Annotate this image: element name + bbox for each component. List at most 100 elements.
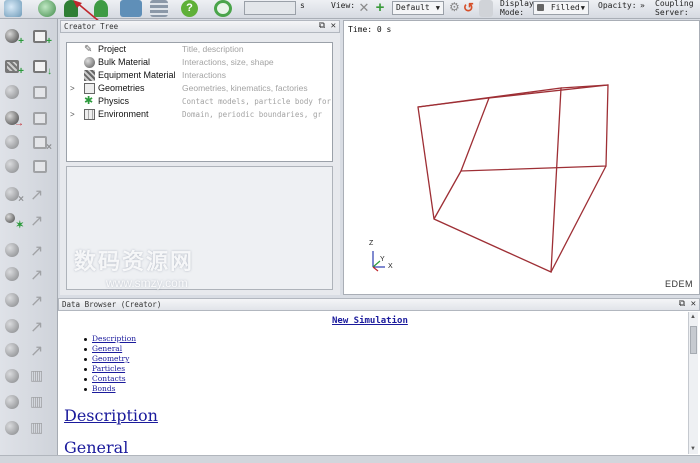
scrollbar-thumb[interactable] [690, 326, 697, 354]
axis-x-label: X [388, 263, 393, 270]
creator-tools-toolbar: + + → × ✶ + ↓ × ↗ ↗ ↗ ↗ ↗ ↗ ↗ ▥ ▥ ▥ » [0, 19, 58, 463]
data-browser-panel: Data Browser (Creator) ⧉ ✕ New Simulatio… [58, 298, 700, 455]
link-bonds[interactable]: Bonds [84, 384, 136, 394]
chevron-down-icon: ▼ [435, 4, 440, 12]
add-geometry-tool[interactable]: + [30, 27, 52, 47]
tree-item-equipment-material[interactable]: Equipment Material Interactions [67, 69, 332, 82]
delete-geometry-tool[interactable]: × [30, 133, 52, 153]
wizard-tool[interactable]: ✶ [2, 211, 24, 231]
panel-float-close-icons[interactable]: ⧉ ✕ [679, 299, 696, 310]
coupling-server-label: Coupling Server: [655, 0, 694, 17]
settings-gear-icon[interactable]: ⚙ [449, 0, 461, 17]
axis-z-label: Z [369, 240, 374, 247]
sphere-edit-tool[interactable] [2, 341, 24, 361]
time-field[interactable] [244, 1, 296, 15]
expand-arrow-icon[interactable]: > [70, 82, 75, 95]
cube-edge [550, 165, 607, 273]
chevron-down-icon: ▼ [580, 4, 585, 12]
time-unit-label: s [300, 1, 305, 10]
add-particle-tool[interactable]: + [2, 27, 24, 47]
display-mode-icon [537, 4, 544, 11]
view-preset-select[interactable]: Default ▼ [392, 1, 444, 15]
delete-particle-tool[interactable] [2, 157, 24, 177]
help-icon[interactable]: ? [181, 0, 198, 17]
axis-y-label: Y [380, 256, 385, 263]
import-geometry-tool[interactable]: ↓ [30, 57, 52, 77]
data-browser-scrollbar[interactable]: ▲ ▼ [688, 312, 698, 454]
display-mode-select[interactable]: Filled ▼ [533, 1, 589, 15]
tree-item-geometries[interactable]: > Geometries Geometries, kinematics, fac… [67, 82, 332, 95]
tree-item-environment[interactable]: > Environment Domain, periodic boundarie… [67, 108, 332, 121]
general-heading[interactable]: General [64, 438, 128, 454]
document-title[interactable]: New Simulation [332, 316, 408, 326]
arrow-tool-3[interactable]: ↗ [30, 241, 52, 261]
data-browser-header: Data Browser (Creator) ⧉ ✕ [58, 298, 700, 311]
link-description[interactable]: Description [84, 334, 136, 344]
copy-geometry-tool[interactable] [30, 109, 52, 129]
sphere-add-tool[interactable] [2, 265, 24, 285]
domain-cube-wireframe [372, 84, 609, 273]
edem-logo: EDEM [664, 279, 693, 289]
cube-front-face [417, 87, 562, 273]
arrow-tool-1[interactable]: ↗ [30, 185, 52, 205]
view-reset-icon[interactable]: ✕ [357, 0, 371, 17]
sphere-group-tool[interactable] [2, 241, 24, 261]
copy-particle-tool[interactable] [2, 133, 24, 153]
scroll-down-icon[interactable]: ▼ [690, 446, 696, 452]
data-browser-title: Data Browser (Creator) [62, 300, 162, 309]
bar-tool-3[interactable]: ▥ [30, 419, 52, 439]
import-particle-tool[interactable]: → [2, 109, 24, 129]
physics-icon: ✱ [84, 95, 94, 107]
panel-float-close-icons[interactable]: ⧉ ✕ [319, 21, 336, 32]
status-bar [0, 455, 700, 463]
view-label: View: [331, 1, 356, 10]
sphere-copy-tool[interactable] [2, 291, 24, 311]
toolbar-list-button[interactable] [150, 0, 168, 17]
box-icon [84, 83, 95, 94]
tree-item-physics[interactable]: ✱ Physics Contact models, particle body … [67, 95, 332, 108]
tree-item-bulk-material[interactable]: Bulk Material Interactions, size, shape [67, 56, 332, 69]
section-links: Description General Geometry Particles C… [84, 334, 136, 394]
link-particles[interactable]: Particles [84, 364, 136, 374]
tree-item-project[interactable]: ✎ Project Title, description [67, 43, 332, 56]
description-heading[interactable]: Description [64, 406, 158, 425]
data-browser-content: New Simulation Description General Geome… [60, 312, 687, 454]
cube-edge [433, 170, 462, 220]
arrow-tool-5[interactable]: ↗ [30, 291, 52, 311]
arrow-tool-2[interactable]: ↗ [30, 211, 52, 231]
move-geometry-tool[interactable] [30, 83, 52, 103]
remove-particle-tool[interactable]: × [2, 185, 24, 205]
link-geometry[interactable]: Geometry [84, 354, 136, 364]
pencil-icon: ✎ [84, 44, 93, 55]
edit-particle-tool[interactable] [2, 83, 24, 103]
toolbar-overflow-icon[interactable]: » [640, 2, 645, 10]
undo-view-icon[interactable]: ↺ [463, 0, 477, 17]
merge-geometry-tool[interactable] [30, 157, 52, 177]
add-view-icon[interactable]: + [373, 0, 387, 17]
opacity-label: Opacity: [598, 1, 637, 10]
arrow-tool-7[interactable]: ↗ [30, 341, 52, 361]
record-icon[interactable] [214, 0, 232, 17]
bar-tool-1[interactable]: ▥ [30, 367, 52, 387]
creator-tree: ✎ Project Title, description Bulk Materi… [66, 42, 333, 162]
creator-tree-header: Creator Tree ⧉ ✕ [60, 20, 340, 33]
sphere-export-tool[interactable] [2, 317, 24, 337]
sphere-delete-tool[interactable] [2, 393, 24, 413]
sphere-bond-tool[interactable] [2, 367, 24, 387]
add-material-tool[interactable]: + [2, 57, 24, 77]
toolbar-particles-button[interactable] [4, 0, 22, 17]
link-contacts[interactable]: Contacts [84, 374, 136, 384]
sphere-settings-tool[interactable] [2, 419, 24, 439]
3d-viewport[interactable]: Time: 0 s Z Y X EDEM [343, 20, 700, 295]
link-general[interactable]: General [84, 344, 136, 354]
toolbar-simulator-button[interactable] [38, 0, 56, 17]
expand-arrow-icon[interactable]: > [70, 108, 75, 121]
display-mode-value: Filled [550, 3, 580, 12]
edit-view-icon[interactable] [479, 0, 493, 17]
display-mode-label: Display Mode: [500, 0, 534, 17]
bar-tool-2[interactable]: ▥ [30, 393, 52, 413]
arrow-tool-4[interactable]: ↗ [30, 265, 52, 285]
scroll-up-icon[interactable]: ▲ [690, 314, 696, 320]
creator-tree-title: Creator Tree [64, 22, 119, 31]
arrow-tool-6[interactable]: ↗ [30, 317, 52, 337]
